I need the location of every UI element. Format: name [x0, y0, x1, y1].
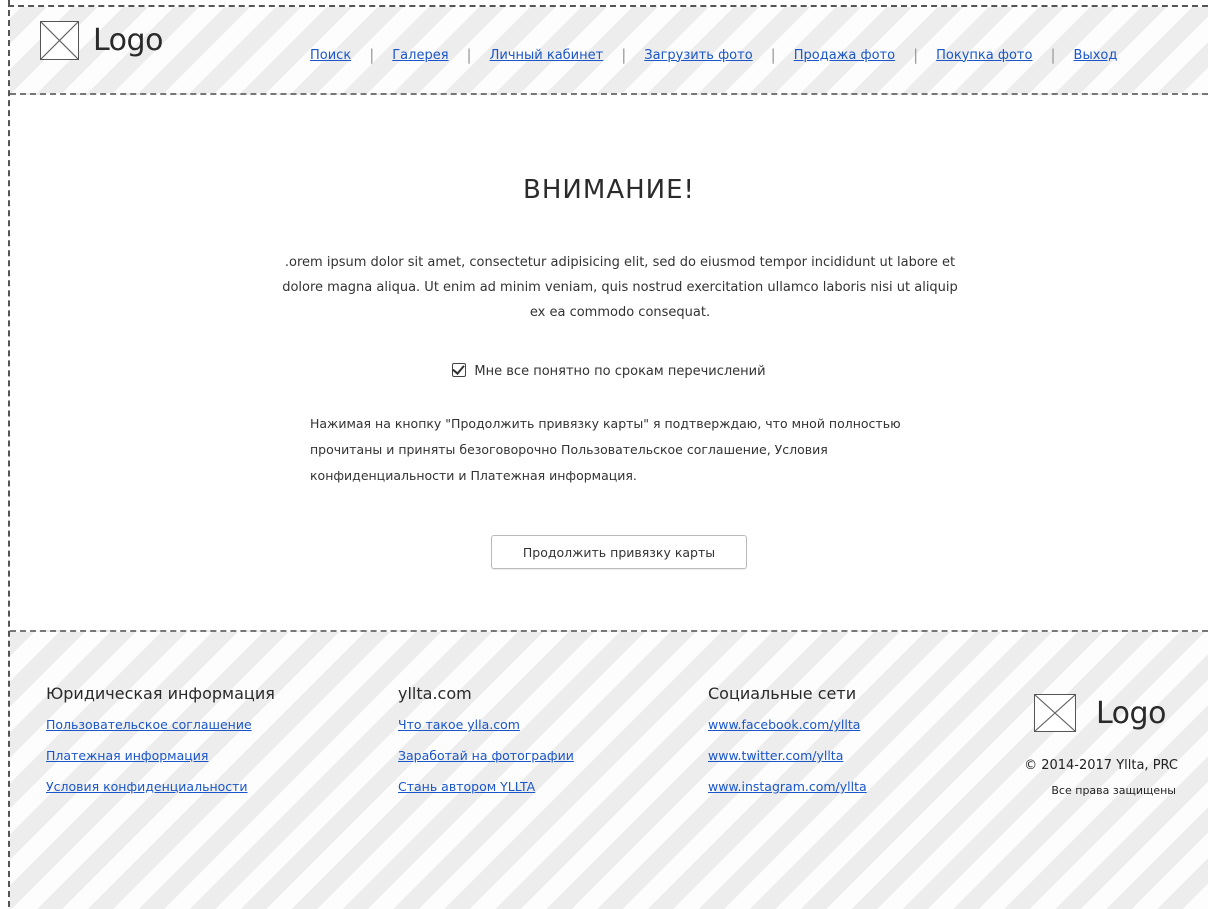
nav-separator: | — [466, 46, 472, 64]
footer-logo[interactable]: Logo — [1034, 694, 1166, 732]
footer-link-privacy[interactable]: Условия конфиденциальности — [46, 779, 275, 794]
header-logo[interactable]: Logo — [40, 21, 163, 60]
main-nav: Поиск | Галерея | Личный кабинет | Загру… — [310, 46, 1117, 64]
footer-link-become-author[interactable]: Стань автором YLLTA — [398, 779, 574, 794]
continue-card-binding-button[interactable]: Продолжить привязку карты — [491, 535, 747, 569]
nav-gallery[interactable]: Галерея — [392, 48, 448, 63]
footer-link-what-is[interactable]: Что такое ylla.com — [398, 717, 574, 732]
logo-text: Logo — [1096, 695, 1166, 731]
nav-logout[interactable]: Выход — [1074, 48, 1118, 63]
logo-text: Logo — [93, 23, 163, 58]
nav-separator: | — [770, 46, 776, 64]
footer-legal-column: Юридическая информация Пользовательское … — [46, 684, 275, 810]
footer-link-instagram[interactable]: www.instagram.com/yllta — [708, 779, 867, 794]
nav-search[interactable]: Поиск — [310, 48, 351, 63]
checkbox-label: Мне все понятно по срокам перечислений — [474, 364, 766, 379]
nav-separator: | — [621, 46, 627, 64]
nav-upload-photo[interactable]: Загрузить фото — [644, 48, 752, 63]
nav-separator: | — [369, 46, 375, 64]
footer-site-heading: yllta.com — [398, 684, 472, 703]
footer-site-column: yllta.com Что такое ylla.com Заработай н… — [398, 684, 574, 810]
footer: Юридическая информация Пользовательское … — [10, 630, 1208, 909]
logo-image-placeholder-icon — [40, 21, 79, 60]
copyright-text: © 2014-2017 Yllta, PRC — [1024, 758, 1178, 773]
nav-sell-photo[interactable]: Продажа фото — [794, 48, 895, 63]
nav-separator: | — [1050, 46, 1056, 64]
terms-checkbox-row[interactable]: Мне все понятно по срокам перечислений — [10, 363, 1208, 379]
rights-text: Все права защищены — [1051, 784, 1176, 797]
nav-buy-photo[interactable]: Покупка фото — [936, 48, 1032, 63]
footer-link-earn[interactable]: Заработай на фотографии — [398, 748, 574, 763]
logo-image-placeholder-icon — [1034, 694, 1076, 732]
footer-link-payment-info[interactable]: Платежная информация — [46, 748, 275, 763]
checkbox-checked-icon[interactable] — [452, 363, 467, 377]
consent-notice: Нажимая на кнопку "Продолжить привязку к… — [310, 416, 901, 483]
footer-social-heading: Социальные сети — [708, 684, 857, 703]
footer-link-user-agreement[interactable]: Пользовательское соглашение — [46, 717, 275, 732]
page-title: ВНИМАНИЕ! — [523, 175, 695, 205]
intro-paragraph: .orem ipsum dolor sit amet, consectetur … — [282, 255, 958, 320]
header: Logo Поиск | Галерея | Личный кабинет | … — [10, 7, 1208, 95]
footer-link-facebook[interactable]: www.facebook.com/yllta — [708, 717, 867, 732]
nav-personal-cabinet[interactable]: Личный кабинет — [490, 48, 604, 63]
footer-legal-heading: Юридическая информация — [46, 684, 275, 703]
footer-link-twitter[interactable]: www.twitter.com/yllta — [708, 748, 867, 763]
footer-social-column: Социальные сети www.facebook.com/yllta w… — [708, 684, 867, 810]
main-content: ВНИМАНИЕ! .orem ipsum dolor sit amet, co… — [10, 95, 1208, 630]
nav-separator: | — [913, 46, 919, 64]
